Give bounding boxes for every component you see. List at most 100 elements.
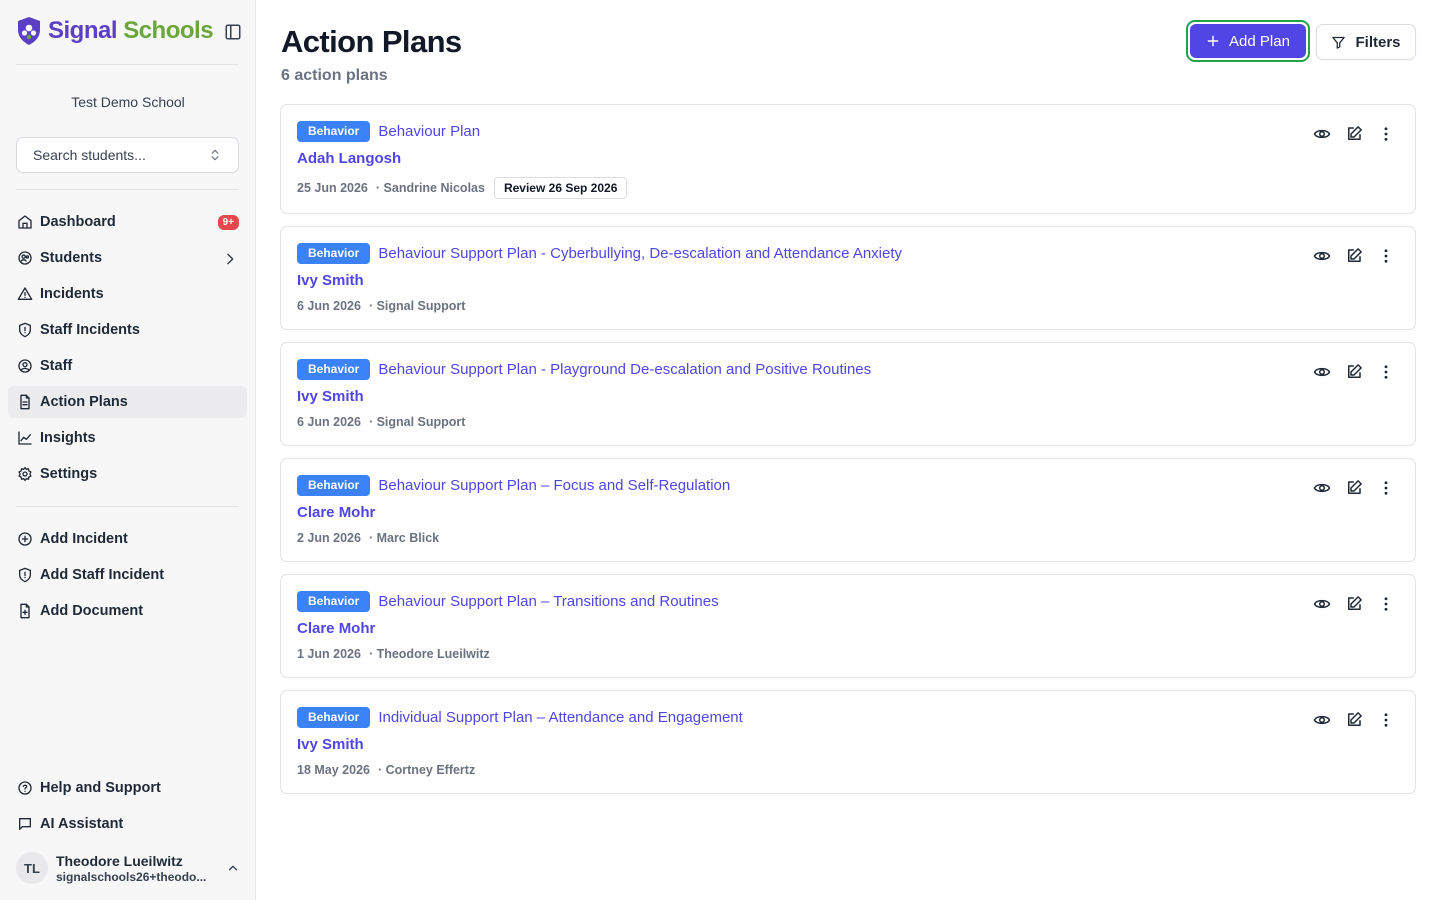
edit-icon[interactable]	[1345, 247, 1363, 265]
sidebar-item-label: Help and Support	[40, 780, 161, 796]
student-link[interactable]: Ivy Smith	[297, 736, 364, 753]
plan-header: Behavior Behaviour Support Plan – Transi…	[297, 591, 719, 612]
sidebar-item-staff-incidents[interactable]: Staff Incidents	[8, 314, 247, 346]
filters-label: Filters	[1355, 33, 1401, 51]
sidebar-item-incidents[interactable]: Incidents	[8, 278, 247, 310]
review-date-badge: Review 26 Sep 2026	[493, 177, 628, 199]
student-search-combobox[interactable]: Search students...	[16, 137, 239, 173]
sidebar-item-label: AI Assistant	[40, 816, 124, 832]
student-link[interactable]: Adah Langosh	[297, 150, 401, 167]
plan-actions	[1299, 363, 1395, 381]
sidebar-item-action-plans[interactable]: Action Plans	[8, 386, 247, 418]
plan-header: Behavior Behaviour Support Plan - Cyberb…	[297, 243, 902, 264]
sidebar-item-help-and-support[interactable]: Help and Support	[8, 772, 247, 804]
plan-title-link[interactable]: Behaviour Support Plan – Transitions and…	[378, 593, 718, 610]
view-eye-icon[interactable]	[1313, 595, 1331, 613]
user-email: signalschools26+theodo...	[56, 869, 207, 884]
plan-title-link[interactable]: Individual Support Plan – Attendance and…	[378, 709, 742, 726]
brand-logo-link[interactable]: Signal Schools	[16, 16, 214, 46]
plan-date: 6 Jun 2026	[297, 415, 361, 429]
category-badge: Behavior	[297, 359, 371, 380]
sidebar-item-label: Settings	[40, 466, 98, 482]
student-link[interactable]: Clare Mohr	[297, 504, 375, 521]
filters-button[interactable]: Filters	[1316, 24, 1416, 60]
plan-title-link[interactable]: Behaviour Plan	[378, 123, 480, 140]
sidebar-item-add-incident[interactable]: Add Incident	[8, 523, 247, 555]
plan-actions	[1299, 595, 1395, 613]
file-plus-icon	[20, 603, 30, 619]
category-badge: Behavior	[297, 591, 371, 612]
shield-icon	[19, 322, 31, 338]
plan-meta: 18 May 2026 · Cortney Effertz	[297, 763, 475, 777]
brand-word-signal: Signal	[48, 17, 118, 44]
user-menu[interactable]: TL Theodore Lueilwitz signalschools26+th…	[16, 848, 240, 888]
more-vertical-icon[interactable]	[1377, 711, 1395, 729]
sidebar-divider	[16, 64, 239, 65]
sidebar-toggle-icon[interactable]	[224, 23, 242, 41]
more-vertical-icon[interactable]	[1377, 247, 1395, 265]
plan-header: Behavior Behaviour Support Plan - Playgr…	[297, 359, 871, 380]
view-eye-icon[interactable]	[1313, 247, 1331, 265]
plan-header: Behavior Individual Support Plan – Atten…	[297, 707, 743, 728]
view-eye-icon[interactable]	[1313, 711, 1331, 729]
main-content: Action Plans 6 action plans Add Plan Fil…	[257, 0, 1440, 900]
view-eye-icon[interactable]	[1313, 125, 1331, 143]
sidebar-item-settings[interactable]: Settings	[8, 458, 247, 490]
sidebar-divider	[16, 506, 239, 507]
plan-meta: 2 Jun 2026 · Marc Blick	[297, 531, 439, 545]
message-square-icon	[19, 818, 31, 830]
plus-icon	[1207, 35, 1219, 47]
page-title: Action Plans	[281, 24, 462, 59]
plan-author: · Signal Support	[368, 299, 466, 313]
more-vertical-icon[interactable]	[1377, 363, 1395, 381]
plan-date: 2 Jun 2026	[297, 531, 361, 545]
plan-card[interactable]: Behavior Behaviour Support Plan – Focus …	[280, 458, 1416, 562]
sidebar-item-label: Staff	[40, 358, 73, 374]
add-plan-button[interactable]: Add Plan	[1186, 20, 1310, 62]
plan-title-link[interactable]: Behaviour Support Plan - Playground De-e…	[378, 361, 871, 378]
edit-icon[interactable]	[1345, 363, 1363, 381]
student-link[interactable]: Clare Mohr	[297, 620, 375, 637]
plan-meta: 6 Jun 2026 · Signal Support	[297, 415, 465, 429]
shield-plus-icon	[19, 567, 31, 583]
sidebar-item-insights[interactable]: Insights	[8, 422, 247, 454]
more-vertical-icon[interactable]	[1377, 125, 1395, 143]
plan-title-link[interactable]: Behaviour Support Plan - Cyberbullying, …	[378, 245, 902, 262]
plan-author: · Signal Support	[368, 415, 466, 429]
category-badge: Behavior	[297, 707, 371, 728]
plan-author: · Sandrine Nicolas	[375, 181, 485, 195]
users-icon	[18, 251, 32, 265]
sidebar-item-add-document[interactable]: Add Document	[8, 595, 247, 627]
view-eye-icon[interactable]	[1313, 479, 1331, 497]
student-link[interactable]: Ivy Smith	[297, 272, 364, 289]
edit-icon[interactable]	[1345, 479, 1363, 497]
user-name: Theodore Lueilwitz	[56, 852, 183, 869]
sidebar-item-label: Staff Incidents	[40, 322, 140, 338]
sidebar-item-students[interactable]: Students	[8, 242, 247, 274]
student-search-placeholder: Search students...	[33, 147, 146, 163]
plan-card[interactable]: Behavior Behaviour Support Plan – Transi…	[280, 574, 1416, 678]
plan-card[interactable]: Behavior Individual Support Plan – Atten…	[280, 690, 1416, 794]
plan-card[interactable]: Behavior Behaviour Plan Adah Langosh 25 …	[280, 104, 1416, 214]
plan-actions	[1299, 125, 1395, 143]
plan-card[interactable]: Behavior Behaviour Support Plan - Playgr…	[280, 342, 1416, 446]
plan-author: · Cortney Effertz	[377, 763, 476, 777]
more-vertical-icon[interactable]	[1377, 595, 1395, 613]
edit-icon[interactable]	[1345, 595, 1363, 613]
plan-title-link[interactable]: Behaviour Support Plan – Focus and Self-…	[378, 477, 730, 494]
more-vertical-icon[interactable]	[1377, 479, 1395, 497]
plan-meta: 1 Jun 2026 · Theodore Lueilwitz	[297, 647, 490, 661]
sidebar-item-add-staff-incident[interactable]: Add Staff Incident	[8, 559, 247, 591]
help-circle-icon	[18, 781, 32, 795]
plan-card[interactable]: Behavior Behaviour Support Plan - Cyberb…	[280, 226, 1416, 330]
plan-meta: 6 Jun 2026 · Signal Support	[297, 299, 465, 313]
edit-icon[interactable]	[1345, 711, 1363, 729]
edit-icon[interactable]	[1345, 125, 1363, 143]
student-link[interactable]: Ivy Smith	[297, 388, 364, 405]
sidebar-item-staff[interactable]: Staff	[8, 350, 247, 382]
brand-word-schools: Schools	[123, 17, 214, 44]
sidebar-item-ai-assistant[interactable]: AI Assistant	[8, 808, 247, 840]
line-chart-icon	[18, 431, 32, 445]
view-eye-icon[interactable]	[1313, 363, 1331, 381]
sidebar-item-dashboard[interactable]: Dashboard 9+	[8, 206, 247, 238]
